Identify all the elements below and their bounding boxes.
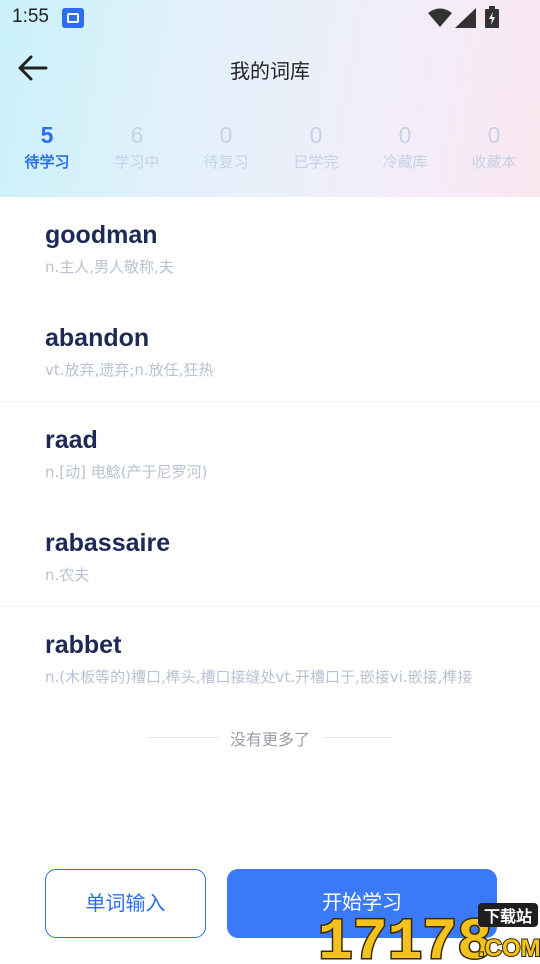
tab-count: 0: [309, 122, 323, 148]
tab-cold-storage[interactable]: 0 冷藏库: [360, 120, 450, 174]
tab-count: 6: [130, 122, 144, 148]
tab-label: 已学完: [293, 153, 339, 171]
tab-count: 5: [40, 122, 54, 148]
page-title: 我的词库: [230, 59, 310, 83]
tab-label: 待学习: [24, 153, 70, 171]
word-term: raad: [45, 426, 98, 454]
word-item[interactable]: rabassaire n.农夫: [0, 505, 540, 607]
app-notification-icon: [62, 8, 84, 28]
tab-learning[interactable]: 6 学习中: [92, 120, 182, 174]
tab-count: 0: [487, 122, 501, 148]
word-definition: n.农夫: [45, 566, 90, 584]
tab-label: 待复习: [203, 153, 249, 171]
watermark-suffix: .COM: [478, 935, 540, 960]
word-input-button[interactable]: 单词输入: [45, 869, 206, 938]
word-definition: n.主人,男人敬称,夫: [45, 258, 174, 276]
word-term: abandon: [45, 324, 150, 352]
end-divider-right: [323, 737, 393, 738]
signal-icon: [455, 8, 476, 28]
word-item[interactable]: rabbet n.(木板等的)槽口,榫头,槽口接缝处vt.开槽口于,嵌接vi.嵌…: [0, 607, 540, 709]
watermark-badge: 下载站: [484, 907, 532, 926]
category-tabs: 5 待学习 6 学习中 0 待复习 0 已学完 0 冷藏库 0 收藏本: [0, 120, 540, 182]
battery-icon: [485, 6, 499, 28]
word-definition: n.(木板等的)槽口,榫头,槽口接缝处vt.开槽口于,嵌接vi.嵌接,榫接: [45, 668, 473, 686]
watermark-logo: 17178 下载站 .COM: [317, 900, 540, 964]
word-definition: vt.放弃,遗弃;n.放任,狂热: [45, 361, 214, 379]
status-time: 1:55: [12, 6, 49, 27]
tab-to-learn[interactable]: 5 待学习: [2, 120, 92, 174]
word-definition: n.[动] 电鲶(产于尼罗河): [45, 463, 208, 481]
word-term: goodman: [45, 221, 158, 249]
wifi-icon: [428, 8, 452, 27]
word-item[interactable]: goodman n.主人,男人敬称,夫: [0, 197, 540, 299]
tab-to-review[interactable]: 0 待复习: [181, 120, 271, 174]
tab-label: 收藏本: [471, 153, 517, 171]
tab-count: 0: [219, 122, 233, 148]
tab-label: 学习中: [114, 153, 160, 171]
word-item[interactable]: abandon vt.放弃,遗弃;n.放任,狂热: [0, 300, 540, 402]
no-more-text: 没有更多了: [229, 730, 310, 749]
tab-label: 冷藏库: [382, 153, 428, 171]
tab-count: 0: [398, 122, 412, 148]
word-term: rabbet: [45, 631, 122, 659]
tab-favorites[interactable]: 0 收藏本: [449, 120, 539, 174]
watermark-number: 17178: [318, 911, 492, 960]
word-term: rabassaire: [45, 529, 171, 557]
word-item[interactable]: raad n.[动] 电鲶(产于尼罗河): [0, 402, 540, 504]
status-bar: 1:55: [0, 0, 540, 36]
tab-learned[interactable]: 0 已学完: [271, 120, 361, 174]
